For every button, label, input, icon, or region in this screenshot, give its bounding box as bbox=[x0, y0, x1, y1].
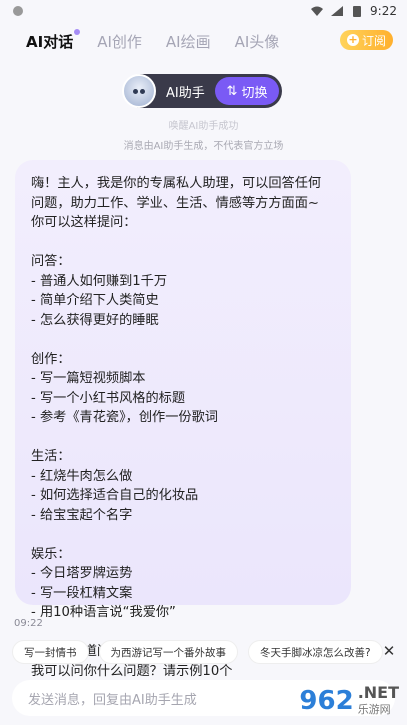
message-line: - 如何选择适合自己的化妆品 bbox=[31, 488, 199, 503]
message-line: - 参考《青花瓷》，创作一份歌词 bbox=[31, 410, 218, 425]
wifi-icon bbox=[311, 6, 324, 16]
message-line: - 怎么获得更好的睡眠 bbox=[31, 312, 159, 328]
suggestion-chip[interactable]: 写一封情书 bbox=[12, 640, 89, 664]
battery-icon bbox=[353, 6, 362, 17]
switch-button[interactable]: ⇅ 切换 bbox=[215, 77, 279, 105]
subscribe-label: 订阅 bbox=[361, 33, 386, 48]
message-line: - 给宝宝起个名字 bbox=[31, 507, 133, 523]
disclaimer-notice: 消息由AI助手生成，不代表官方立场 bbox=[123, 141, 284, 152]
message-line: 你可以这样提问： bbox=[31, 215, 137, 230]
message-line: 问答： bbox=[31, 254, 71, 269]
message-line: - 用10种语言说“我爱你” bbox=[31, 605, 176, 620]
tab-ai-draw[interactable]: AI绘画 bbox=[166, 31, 211, 52]
status-time: 9:22 bbox=[370, 4, 397, 18]
assistant-message-bubble: 嗨！主人，我是你的专属私人助理，可以回答任何 问题，助力工作、学业、生活、情感等方… bbox=[15, 160, 351, 679]
message-line: 娱乐： bbox=[31, 546, 71, 562]
assistant-switch: AI助手 ⇅ 切换 bbox=[122, 74, 282, 108]
wake-notice: 唤醒AI助手成功 bbox=[168, 121, 239, 132]
input-placeholder: 发送消息，回复由AI助手生成 bbox=[28, 692, 197, 708]
message-line: - 写一个小红书风格的标题 bbox=[31, 390, 186, 406]
swap-icon: ⇅ bbox=[226, 83, 238, 99]
message-line: 嗨！主人，我是你的专属私人助理，可以回答任何 bbox=[31, 176, 322, 191]
tab-ai-avatar[interactable]: AI头像 bbox=[235, 31, 280, 52]
notification-icon bbox=[13, 6, 23, 16]
suggestion-list: 写一封情书 为西游记写一个番外故事 冬天手脚冰凉怎么改善? bbox=[0, 640, 407, 664]
plus-icon: + bbox=[346, 33, 359, 46]
suggestion-chip[interactable]: 为西游记写一个番外故事 bbox=[98, 640, 238, 664]
robot-avatar bbox=[122, 74, 156, 108]
signal-icon bbox=[331, 6, 344, 16]
subscribe-button[interactable]: + 订阅 bbox=[340, 30, 393, 50]
message-line: 生活： bbox=[31, 449, 71, 464]
close-icon[interactable]: ✕ bbox=[379, 641, 399, 661]
message-line: - 简单介绍下人类简史 bbox=[31, 293, 159, 308]
message-line: - 红烧牛肉怎么做 bbox=[31, 468, 133, 484]
message-line: - 今日塔罗牌运势 bbox=[31, 566, 133, 581]
message-line: - 写一段杠精文案 bbox=[31, 585, 133, 601]
tab-ai-create[interactable]: AI创作 bbox=[97, 31, 142, 52]
tab-ai-chat[interactable]: AI对话 bbox=[26, 28, 81, 52]
assistant-name: AI助手 bbox=[166, 85, 205, 101]
message-line: - 普通人如何赚到1千万 bbox=[31, 273, 168, 289]
suggestion-chip[interactable]: 冬天手脚冰凉怎么改善? bbox=[248, 640, 383, 664]
message-line: 问题，助力工作、学业、生活、情感等方方面面~ bbox=[31, 195, 319, 211]
watermark-logo: 962 .NET 乐游网 bbox=[299, 683, 399, 717]
switch-label: 切换 bbox=[241, 85, 268, 101]
message-line: 创作： bbox=[31, 351, 71, 367]
message-time: 09:22 bbox=[14, 618, 43, 629]
message-line: - 写一篇短视频脚本 bbox=[31, 371, 146, 386]
message-line: 我可以问你什么问题？请示例10个 bbox=[31, 663, 233, 679]
status-bar: 9:22 bbox=[0, 0, 407, 22]
